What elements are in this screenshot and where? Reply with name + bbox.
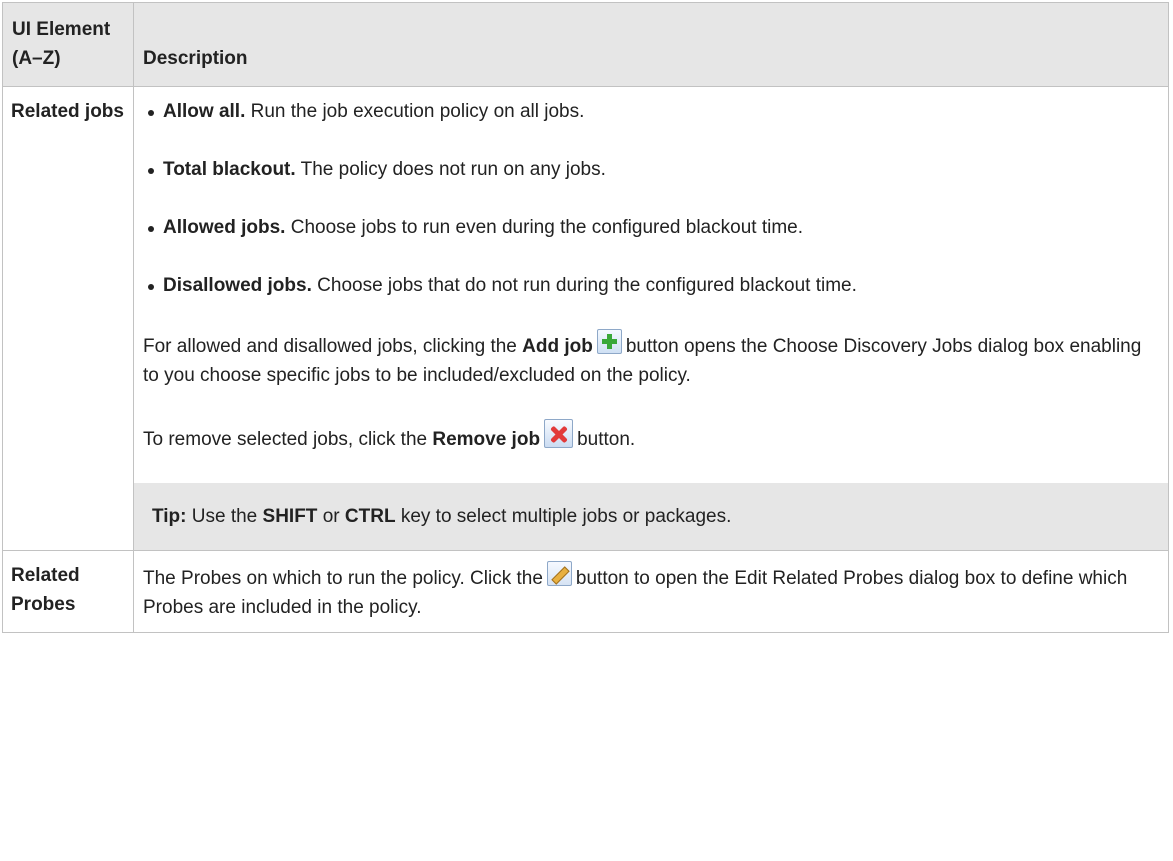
list-item: Allow all. Run the job execution policy … — [143, 97, 1159, 126]
remove-job-paragraph: To remove selected jobs, click the Remov… — [143, 419, 1159, 454]
add-job-icon[interactable] — [596, 329, 622, 354]
job-options-list: Allow all. Run the job execution policy … — [143, 97, 1159, 300]
table-row: Related Probes The Probes on which to ru… — [2, 550, 1169, 633]
list-item: Allowed jobs. Choose jobs to run even du… — [143, 213, 1159, 242]
table-header-row: UI Element (A–Z) Description — [2, 2, 1169, 87]
row-name-related-jobs: Related jobs — [2, 86, 134, 551]
remove-job-icon[interactable] — [544, 419, 574, 448]
header-ui-element: UI Element (A–Z) — [2, 2, 134, 87]
row-desc-related-jobs: Allow all. Run the job execution policy … — [133, 86, 1169, 551]
add-job-paragraph: For allowed and disallowed jobs, clickin… — [143, 329, 1159, 390]
row-name-related-probes: Related Probes — [2, 550, 134, 633]
row-desc-related-probes: The Probes on which to run the policy. C… — [133, 550, 1169, 633]
table-row: Related jobs Allow all. Run the job exec… — [2, 86, 1169, 551]
tip-box: Tip: Use the SHIFT or CTRL key to select… — [134, 483, 1168, 550]
list-item: Total blackout. The policy does not run … — [143, 155, 1159, 184]
ui-element-table: UI Element (A–Z) Description Related job… — [2, 2, 1169, 633]
header-description: Description — [133, 2, 1169, 87]
list-item: Disallowed jobs. Choose jobs that do not… — [143, 271, 1159, 300]
edit-pencil-icon[interactable] — [546, 561, 572, 586]
